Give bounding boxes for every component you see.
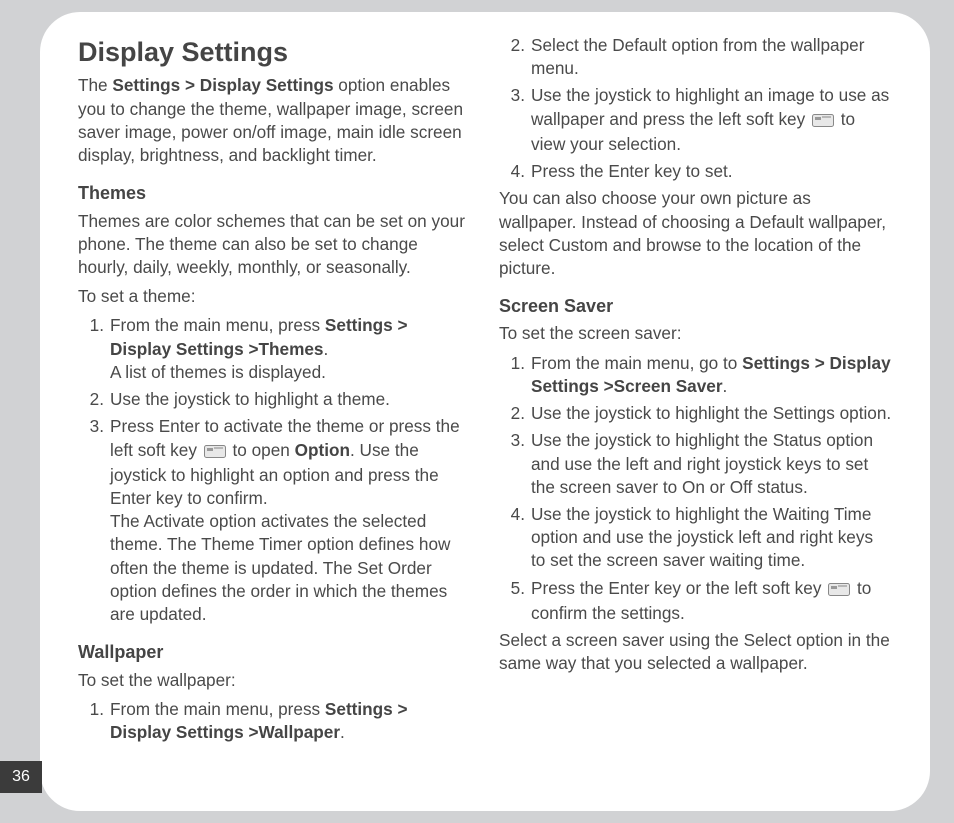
list-item: From the main menu, go to Settings > Dis…	[531, 352, 892, 398]
text: The Activate option activates the select…	[110, 511, 450, 624]
list-item: Select the Default option from the wallp…	[531, 34, 892, 80]
page-title: Display Settings	[78, 34, 471, 70]
themes-heading: Themes	[78, 181, 471, 205]
screensaver-steps: From the main menu, go to Settings > Dis…	[499, 352, 892, 625]
list-item: Use the joystick to highlight the Waitin…	[531, 503, 892, 573]
text: to open	[228, 440, 295, 460]
text: The	[78, 75, 112, 95]
wallpaper-steps-b: Select the Default option from the wallp…	[499, 34, 892, 183]
text-bold: Settings > Display Settings	[112, 75, 333, 95]
text-bold: Option	[295, 440, 350, 460]
page-card: Display Settings The Settings > Display …	[40, 12, 930, 811]
right-column: Select the Default option from the wallp…	[499, 34, 892, 781]
list-item: From the main menu, press Settings > Dis…	[110, 314, 471, 384]
list-item: Use the joystick to highlight an image t…	[531, 84, 892, 156]
wallpaper-note: You can also choose your own picture as …	[499, 187, 892, 280]
list-item: From the main menu, press Settings > Dis…	[110, 698, 471, 744]
list-item: Use the joystick to highlight the Status…	[531, 429, 892, 499]
themes-lead: To set a theme:	[78, 285, 471, 308]
screensaver-note: Select a screen saver using the Select o…	[499, 629, 892, 675]
list-item: Use the joystick to highlight a theme.	[110, 388, 471, 411]
softkey-icon	[812, 110, 834, 133]
list-item: Use the joystick to highlight the Settin…	[531, 402, 892, 425]
wallpaper-steps-a: From the main menu, press Settings > Dis…	[78, 698, 471, 744]
page-number: 36	[0, 761, 42, 793]
text: .	[340, 722, 345, 742]
themes-steps: From the main menu, press Settings > Dis…	[78, 314, 471, 626]
screensaver-lead: To set the screen saver:	[499, 322, 892, 345]
text: From the main menu, press	[110, 315, 325, 335]
text: .	[723, 376, 728, 396]
themes-desc: Themes are color schemes that can be set…	[78, 210, 471, 280]
text: A list of themes is displayed.	[110, 362, 326, 382]
intro-paragraph: The Settings > Display Settings option e…	[78, 74, 471, 167]
wallpaper-lead: To set the wallpaper:	[78, 669, 471, 692]
softkey-icon	[828, 579, 850, 602]
list-item: Press Enter to activate the theme or pre…	[110, 415, 471, 626]
text: From the main menu, go to	[531, 353, 742, 373]
softkey-icon	[204, 441, 226, 464]
list-item: Press the Enter key or the left soft key…	[531, 577, 892, 625]
screensaver-heading: Screen Saver	[499, 294, 892, 318]
wallpaper-heading: Wallpaper	[78, 640, 471, 664]
list-item: Press the Enter key to set.	[531, 160, 892, 183]
text: .	[323, 339, 328, 359]
left-column: Display Settings The Settings > Display …	[78, 34, 471, 781]
text: From the main menu, press	[110, 699, 325, 719]
text: Press the Enter key or the left soft key	[531, 578, 826, 598]
